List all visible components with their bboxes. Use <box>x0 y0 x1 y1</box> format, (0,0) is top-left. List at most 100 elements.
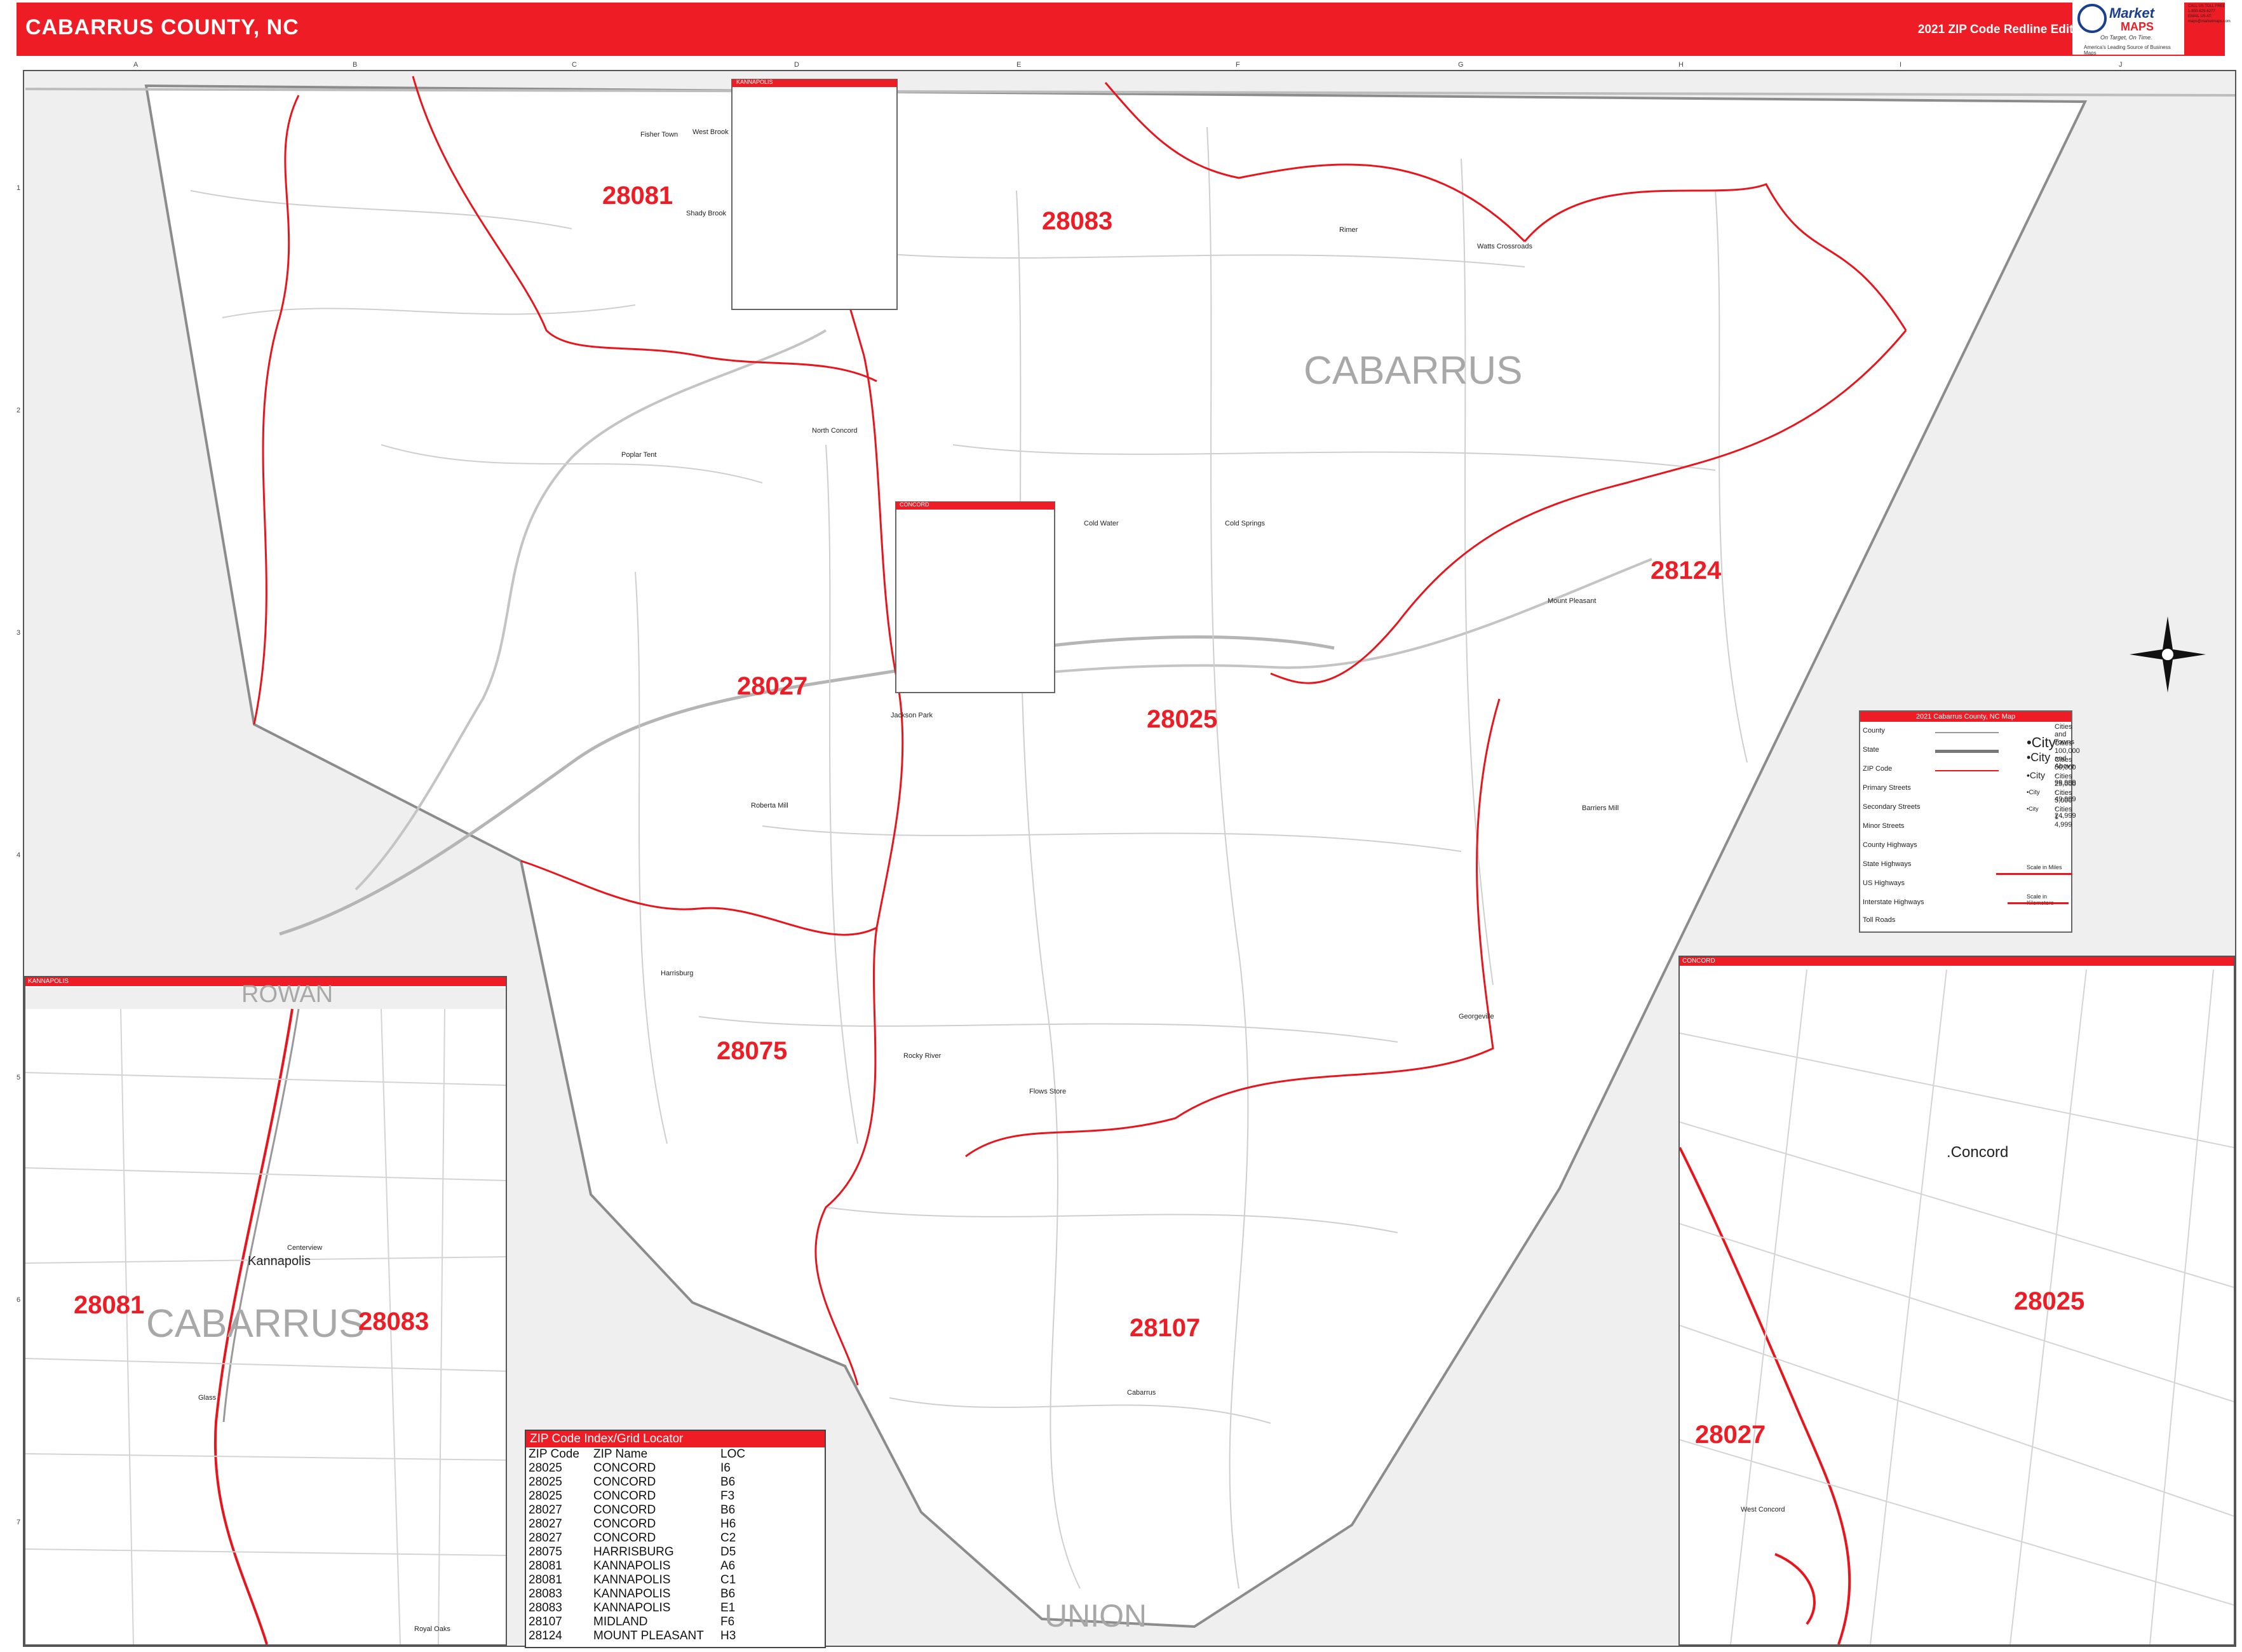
zip-index-loc: H3 <box>720 1629 736 1642</box>
zip-index-loc: D5 <box>720 1545 736 1559</box>
concord-inset: CONCORD .Concord 28025 28027 West Concor… <box>1678 956 2235 1646</box>
inset-place: Glass <box>198 1394 217 1402</box>
zip-index-loc: I6 <box>720 1461 731 1475</box>
zip-index-row: 28027 CONCORD C2 <box>529 1531 752 1545</box>
zip-index-name: KANNAPOLIS <box>593 1573 671 1587</box>
legend-item: State <box>1863 746 1879 754</box>
zip-index-row: 28081 KANNAPOLIS C1 <box>529 1573 752 1587</box>
legend-item: State Highways <box>1863 860 1912 868</box>
place-label: Cold Water <box>1084 520 1119 527</box>
zip-index-name: MIDLAND <box>593 1615 648 1628</box>
place-label: Flows Store <box>1029 1088 1067 1095</box>
zip-index-name: CONCORD <box>593 1517 656 1531</box>
place-label: Rocky River <box>903 1052 942 1060</box>
legend-city-sample: •City <box>2027 735 2056 750</box>
zip-index-col-zip: ZIP Code <box>529 1447 579 1461</box>
zip-index-row: 28081 KANNAPOLIS A6 <box>529 1559 752 1573</box>
inset-zip-28025: 28025 <box>2014 1287 2085 1315</box>
place-label: Harrisburg <box>661 970 694 977</box>
place-label: West Brook <box>692 128 729 136</box>
zip-index-zip: 28027 <box>529 1503 562 1517</box>
zip-index-rows: 28025 CONCORD I6 28025 CONCORD B6 28025 CONCORD… <box>529 1461 752 1643</box>
zip-label-28083: 28083 <box>1042 207 1113 235</box>
zip-index-row: 28075 HARRISBURG D5 <box>529 1545 752 1559</box>
zip-index-row: 28124 MOUNT PLEASANT H3 <box>529 1629 752 1643</box>
legend-city-sample: •City <box>2027 789 2040 796</box>
zip-index-col-loc: LOC <box>720 1447 746 1461</box>
zip-index-zip: 28027 <box>529 1531 562 1545</box>
place-label: Cabarrus <box>1127 1389 1156 1397</box>
zip-index-name: MOUNT PLEASANT <box>593 1629 704 1642</box>
legend-item: Interstate Highways <box>1863 898 1924 906</box>
place-label: Mount Pleasant <box>1548 597 1597 605</box>
zip-label-28075: 28075 <box>717 1037 788 1065</box>
zip-index-name: KANNAPOLIS <box>593 1601 671 1615</box>
county-label-cabarrus: CABARRUS <box>1304 349 1523 393</box>
inset-county-cabarrus: CABARRUS <box>146 1302 365 1346</box>
zip-index-name: CONCORD <box>593 1461 656 1475</box>
legend-item: Toll Roads <box>1863 916 1896 924</box>
inset-county-rowan: ROWAN <box>241 981 334 1008</box>
kannapolis-small-inset-label: KANNAPOLIS <box>736 79 773 85</box>
zip-index-zip: 28025 <box>529 1475 562 1489</box>
zip-index-row: 28083 KANNAPOLIS B6 <box>529 1587 752 1601</box>
zip-index-row: 28027 CONCORD H6 <box>529 1517 752 1531</box>
legend-city-size: Cities 1 - 4,999 <box>2055 806 2072 829</box>
zip-index-name: CONCORD <box>593 1531 656 1545</box>
zip-index-zip: 28025 <box>529 1489 562 1503</box>
zip-index-loc: B6 <box>720 1475 736 1489</box>
place-label: Jackson Park <box>891 712 933 719</box>
zip-index-name: CONCORD <box>593 1475 656 1489</box>
zip-index-row: 28083 KANNAPOLIS E1 <box>529 1601 752 1615</box>
zip-index-name: KANNAPOLIS <box>593 1559 671 1573</box>
zip-index-zip: 28124 <box>529 1629 562 1642</box>
zip-index-row: 28025 CONCORD I6 <box>529 1461 752 1475</box>
legend-county-symbol <box>1935 732 1999 733</box>
zip-label-28081: 28081 <box>602 182 673 210</box>
legend-city-sample: •City <box>2027 770 2046 780</box>
place-label: North Concord <box>812 427 858 435</box>
zip-index-table: ZIP Code ZIP Name LOC 28025 CONCORD I6 2802… <box>529 1447 752 1643</box>
zip-index-zip: 28081 <box>529 1559 562 1573</box>
inset-place: Centerview <box>287 1244 323 1252</box>
legend-title: 2021 Cabarrus County, NC Map <box>1860 712 2071 722</box>
legend-state-symbol <box>1935 750 1999 753</box>
zip-index-row: 28027 CONCORD B6 <box>529 1503 752 1517</box>
zip-index-loc: C2 <box>720 1531 736 1545</box>
legend-city-sample: •City <box>2027 751 2051 764</box>
county-label-union: UNION <box>1044 1598 1147 1634</box>
zip-index-zip: 28107 <box>529 1615 562 1628</box>
place-label: Georgeville <box>1459 1013 1494 1020</box>
zip-index-row: 28025 CONCORD F3 <box>529 1489 752 1503</box>
legend-item: Secondary Streets <box>1863 803 1921 811</box>
zip-index-name: CONCORD <box>593 1503 656 1517</box>
place-label: Barriers Mill <box>1582 804 1619 812</box>
zip-index-loc: H6 <box>720 1517 736 1531</box>
zip-index-row: 28107 MIDLAND F6 <box>529 1615 752 1629</box>
zip-index-title: ZIP Code Index/Grid Locator <box>526 1431 825 1447</box>
zip-index-loc: B6 <box>720 1587 736 1601</box>
kannapolis-inset: KANNAPOLIS ROWAN CABARRUS Kannapolis 280… <box>24 976 507 1646</box>
zip-index-zip: 28025 <box>529 1461 562 1475</box>
inset-place: West Concord <box>1741 1506 1785 1513</box>
zip-index-zip: 28083 <box>529 1587 562 1601</box>
legend-item: ZIP Code <box>1863 765 1893 773</box>
inset-place: Royal Oaks <box>414 1625 450 1633</box>
concord-small-inset-label: CONCORD <box>900 501 929 508</box>
zip-index-col-name: ZIP Name <box>593 1447 648 1461</box>
zip-index-loc: A6 <box>720 1559 736 1573</box>
legend-zip-symbol <box>1935 770 1999 771</box>
zip-index-name: KANNAPOLIS <box>593 1587 671 1601</box>
inset-city-kannapolis: Kannapolis <box>248 1254 311 1268</box>
zip-index-header-row: ZIP Code ZIP Name LOC <box>529 1447 752 1461</box>
zip-index-loc: E1 <box>720 1601 736 1615</box>
zip-index-zip: 28081 <box>529 1573 562 1587</box>
zip-label-28124: 28124 <box>1651 557 1722 585</box>
zip-index-loc: F6 <box>720 1615 735 1628</box>
zip-label-28027: 28027 <box>737 672 808 700</box>
place-label: Watts Crossroads <box>1477 243 1533 250</box>
place-label: Fisher Town <box>640 131 679 139</box>
zip-index-row: 28025 CONCORD B6 <box>529 1475 752 1489</box>
concord-inset-box <box>895 501 1055 693</box>
zip-label-28107: 28107 <box>1130 1314 1201 1342</box>
